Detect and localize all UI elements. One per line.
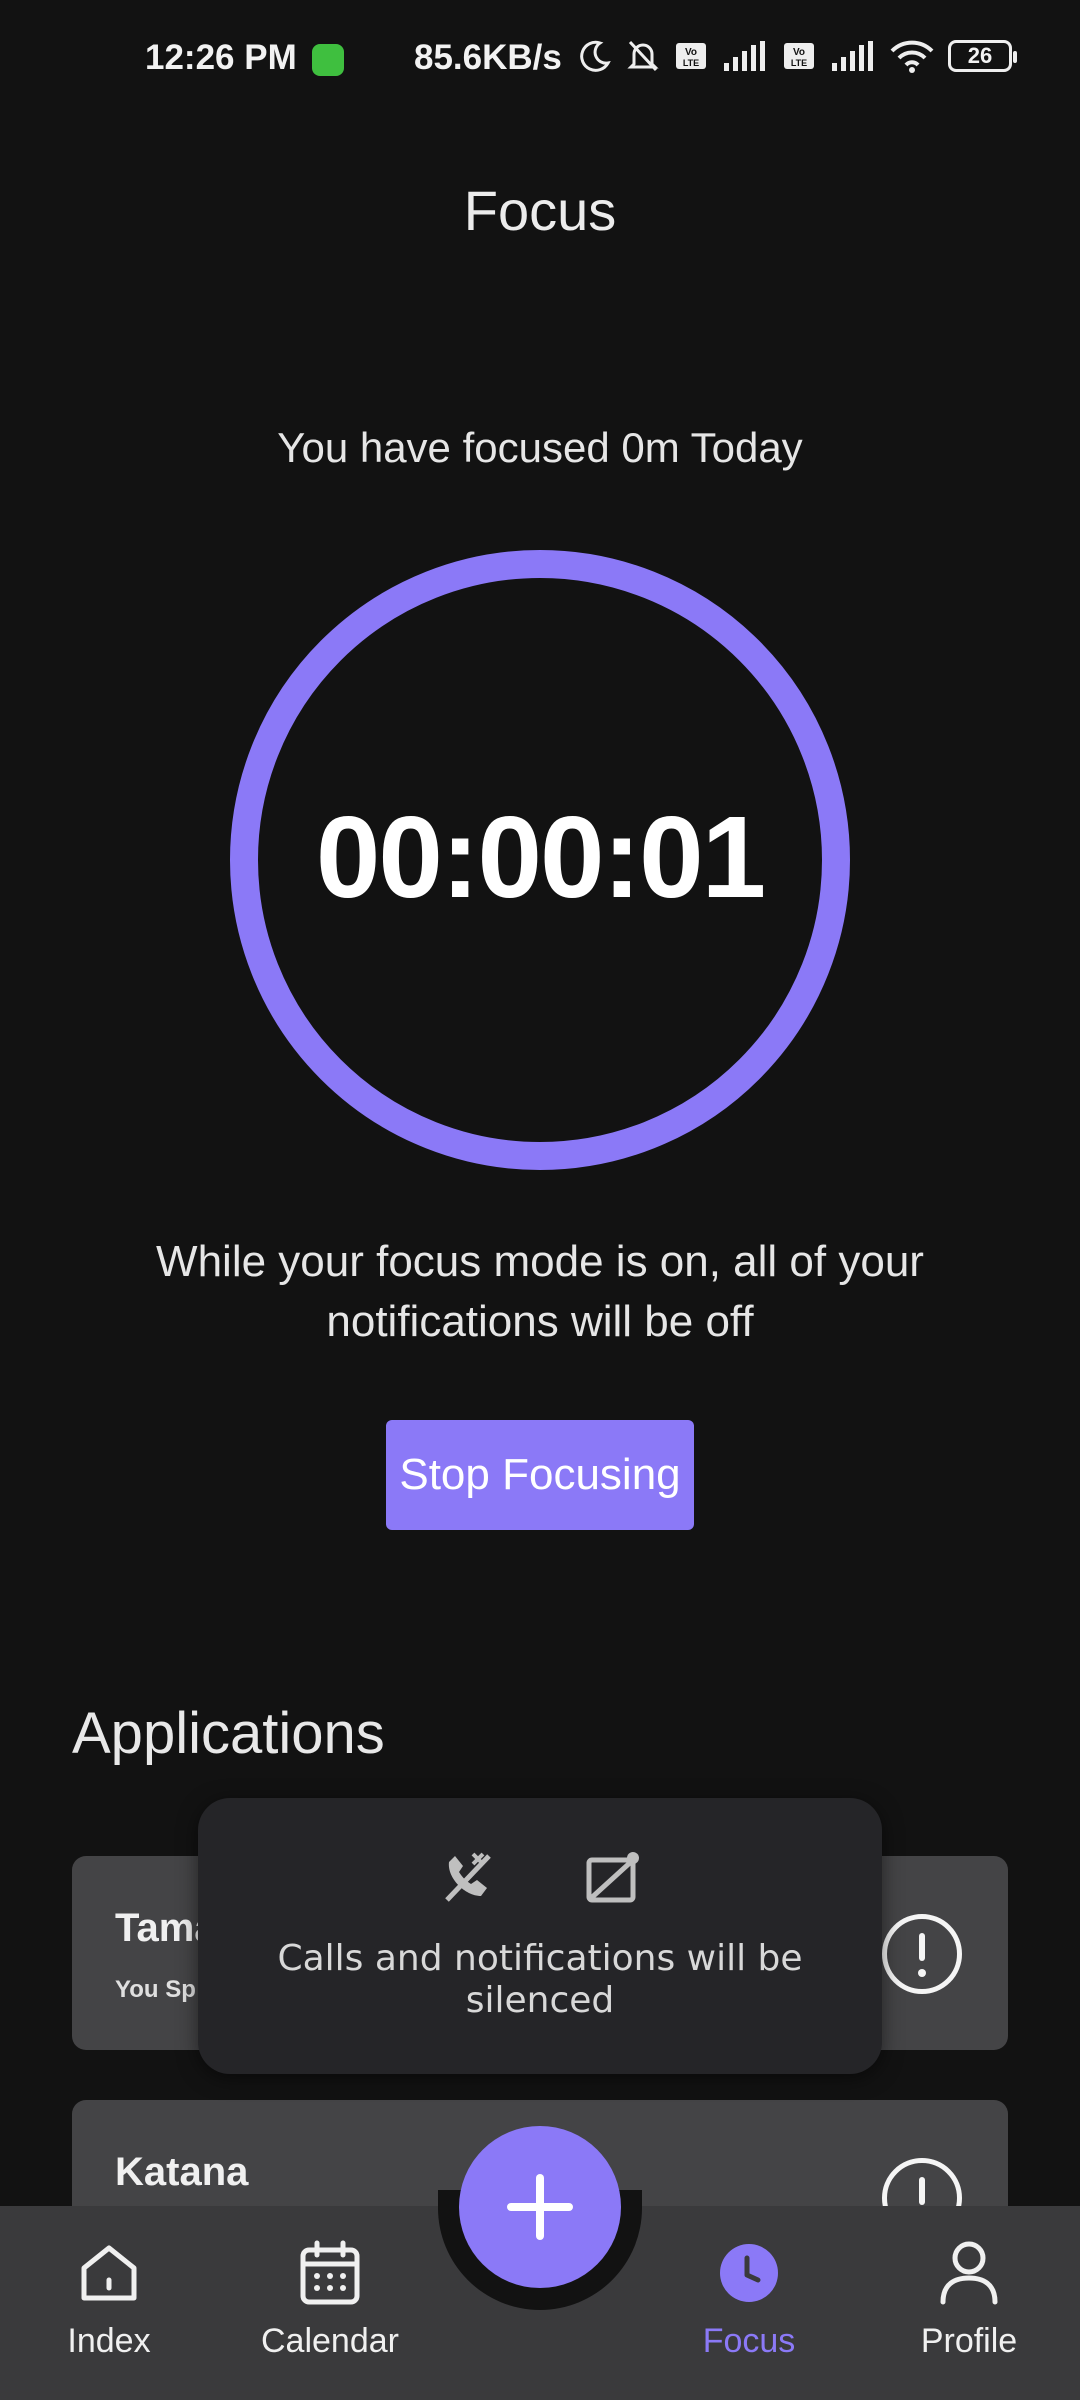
alert-icon[interactable] [882, 1914, 962, 1994]
person-icon [940, 2241, 998, 2305]
nav-label: Calendar [261, 2322, 399, 2360]
notification-off-icon [586, 1852, 639, 1903]
stop-focusing-button[interactable]: Stop Focusing [386, 1420, 694, 1530]
status-icons: Vo LTE Vo LTE 26 [578, 38, 1017, 74]
status-time: 12:26 PM [145, 38, 297, 77]
focused-today-text: You have focused 0m Today [277, 424, 803, 471]
applications-heading: Applications [72, 1701, 385, 1766]
page-title: Focus [463, 179, 617, 242]
bell-off-icon [627, 40, 659, 72]
battery-level: 26 [967, 43, 993, 68]
svg-text:LTE: LTE [683, 58, 699, 68]
toast-icons [198, 1848, 882, 1908]
calendar-icon [300, 2240, 360, 2305]
focus-timer: 00:00:01 [315, 792, 766, 922]
app-notification-icon [312, 44, 344, 76]
nav-item-index[interactable]: Index [44, 2206, 174, 2400]
home-icon [81, 2245, 137, 2301]
nav-item-calendar[interactable]: Calendar [248, 2206, 412, 2400]
svg-text:Vo: Vo [685, 47, 697, 58]
clock-icon [720, 2244, 778, 2302]
svg-text:Vo: Vo [793, 47, 805, 58]
nav-label: Focus [702, 2322, 796, 2360]
focus-screen: 12:26 PM 85.6KB/s Vo LTE Vo LTE 26 Focus… [0, 0, 1080, 2400]
toast-message: Calls and notifications will be silenced [277, 1938, 803, 2021]
application-subtitle: You Sp [115, 1976, 196, 2003]
nav-item-focus[interactable]: Focus [684, 2206, 814, 2400]
battery-icon: 26 [948, 40, 1017, 72]
focus-info-text: While your focus mode is on, all of your… [156, 1237, 924, 1346]
nav-label: Index [67, 2322, 151, 2360]
status-bar: 12:26 PM 85.6KB/s Vo LTE Vo LTE 26 [0, 0, 1080, 120]
signal-icon [832, 41, 873, 71]
wifi-icon [890, 40, 934, 73]
nav-item-profile[interactable]: Profile [904, 2206, 1034, 2400]
volte-icon: Vo LTE [676, 43, 706, 69]
add-button[interactable] [459, 2126, 621, 2288]
plus-icon [507, 2174, 573, 2240]
svg-text:LTE: LTE [791, 58, 807, 68]
volte-icon: Vo LTE [784, 43, 814, 69]
moon-icon [580, 40, 611, 72]
nav-label: Profile [920, 2322, 1018, 2360]
phone-off-icon [445, 1852, 491, 1902]
application-name: Katana [115, 2150, 249, 2194]
silence-toast: Calls and notifications will be silenced [198, 1798, 882, 2074]
network-speed: 85.6KB/s [414, 38, 562, 77]
signal-icon [724, 41, 765, 71]
